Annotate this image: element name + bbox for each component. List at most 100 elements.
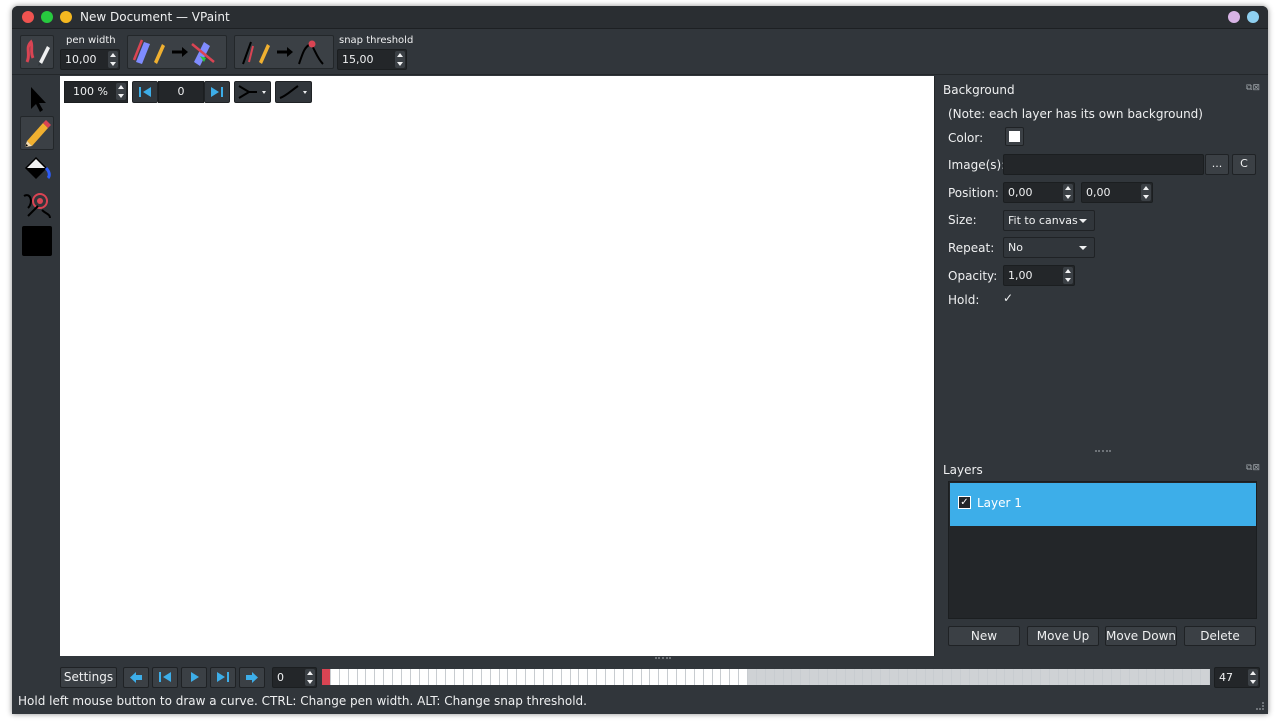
frame-cell[interactable] xyxy=(1200,669,1210,685)
frame-cell[interactable] xyxy=(703,669,713,685)
first-frame-button[interactable] xyxy=(132,81,158,103)
frame-cell[interactable] xyxy=(854,669,864,685)
frame-cell[interactable] xyxy=(1165,669,1174,685)
minimize-window-button[interactable] xyxy=(60,11,72,23)
new-layer-button[interactable]: New xyxy=(948,626,1020,646)
frame-cell[interactable] xyxy=(1085,669,1095,685)
browse-images-button[interactable]: ... xyxy=(1205,154,1229,175)
paint-bucket-tool[interactable] xyxy=(20,152,54,186)
resize-grip-icon[interactable] xyxy=(1256,702,1264,710)
frame-cell[interactable] xyxy=(836,669,846,685)
vertex-mode-dropdown[interactable] xyxy=(234,81,271,103)
float-close-icon[interactable]: ⧉⊠ xyxy=(1246,463,1260,473)
pen-width-spinbox[interactable]: 10,00 xyxy=(60,49,120,70)
spin-arrows-icon[interactable] xyxy=(395,51,405,68)
frame-cell[interactable] xyxy=(330,669,340,685)
frame-cell[interactable] xyxy=(1103,669,1112,685)
frame-cell[interactable] xyxy=(410,669,420,685)
frame-cell[interactable] xyxy=(765,669,775,685)
frame-cell[interactable] xyxy=(739,669,748,685)
keep-above-button[interactable] xyxy=(1228,11,1240,23)
frame-cell[interactable] xyxy=(1120,669,1130,685)
frame-cell[interactable] xyxy=(552,669,562,685)
frame-cell[interactable] xyxy=(464,669,473,685)
frame-cell[interactable] xyxy=(517,669,527,685)
frame-cell[interactable] xyxy=(588,669,598,685)
edge-mode-dropdown[interactable] xyxy=(275,81,312,103)
close-window-button[interactable] xyxy=(22,11,34,23)
frame-cell[interactable] xyxy=(890,669,899,685)
frame-cell[interactable] xyxy=(1023,669,1032,685)
images-input[interactable] xyxy=(1003,154,1204,175)
frame-cell[interactable] xyxy=(712,669,722,685)
repeat-dropdown[interactable]: No xyxy=(1003,237,1095,258)
frame-cell[interactable] xyxy=(827,669,837,685)
play-button[interactable] xyxy=(181,667,207,688)
opacity-spinbox[interactable]: 1,00 xyxy=(1003,265,1075,286)
frame-cell[interactable] xyxy=(943,669,953,685)
first-frame-button[interactable] xyxy=(152,667,178,688)
frame-cell[interactable] xyxy=(783,669,793,685)
frame-cell[interactable] xyxy=(472,669,482,685)
frame-cell[interactable] xyxy=(446,669,456,685)
frame-cell[interactable] xyxy=(1129,669,1139,685)
frame-cell[interactable] xyxy=(748,669,757,685)
zoom-spinbox[interactable]: 100 % xyxy=(64,81,128,103)
frame-cell[interactable] xyxy=(694,669,704,685)
frame-cell[interactable] xyxy=(659,669,669,685)
frame-cell[interactable] xyxy=(1067,669,1077,685)
current-color-swatch[interactable] xyxy=(22,226,52,256)
frame-cell[interactable] xyxy=(357,669,367,685)
frame-cell[interactable] xyxy=(907,669,917,685)
sculpt-tool[interactable] xyxy=(20,188,54,222)
frame-cell[interactable] xyxy=(677,669,686,685)
frame-cell[interactable] xyxy=(481,669,491,685)
layer-visible-checkbox[interactable]: ✓ xyxy=(958,496,971,509)
move-layer-down-button[interactable]: Move Down xyxy=(1105,626,1177,646)
frame-cell[interactable] xyxy=(597,669,606,685)
frame-cell[interactable] xyxy=(401,669,411,685)
spin-arrows-icon[interactable] xyxy=(1063,267,1073,284)
pen-mode-button[interactable] xyxy=(20,35,54,69)
frame-cell[interactable] xyxy=(614,669,624,685)
frame-cell[interactable] xyxy=(1147,669,1157,685)
frame-cell[interactable] xyxy=(881,669,890,685)
sketch-tool[interactable] xyxy=(20,116,54,150)
size-dropdown[interactable]: Fit to canvas xyxy=(1003,210,1095,231)
spin-arrows-icon[interactable] xyxy=(1248,669,1258,686)
previous-keyframe-button[interactable] xyxy=(123,667,149,688)
frame-cell[interactable] xyxy=(1182,669,1192,685)
position-x-spinbox[interactable]: 0,00 xyxy=(1003,182,1075,203)
last-frame-button[interactable] xyxy=(204,81,230,103)
frame-cell[interactable] xyxy=(996,669,1006,685)
current-frame-spinbox[interactable]: 0 xyxy=(272,667,317,688)
frame-cell[interactable] xyxy=(384,669,393,685)
window-menu-button[interactable] xyxy=(1247,11,1259,23)
frame-cell[interactable] xyxy=(898,669,908,685)
frame-cell[interactable] xyxy=(730,669,740,685)
frame-cell[interactable] xyxy=(721,669,731,685)
frame-cell[interactable] xyxy=(508,669,518,685)
position-y-spinbox[interactable]: 0,00 xyxy=(1081,182,1153,203)
canvas-splitter-handle[interactable] xyxy=(655,657,671,659)
frame-cell[interactable] xyxy=(978,669,988,685)
frame-cell[interactable] xyxy=(1049,669,1059,685)
sketch-mode-button[interactable] xyxy=(234,35,334,69)
frame-cell[interactable] xyxy=(1040,669,1050,685)
frame-cell[interactable] xyxy=(393,669,402,685)
frame-cell[interactable] xyxy=(455,669,464,685)
frame-cell[interactable] xyxy=(1174,669,1183,685)
frame-cell[interactable] xyxy=(1138,669,1148,685)
frame-cell[interactable] xyxy=(863,669,873,685)
frame-cell[interactable] xyxy=(561,669,571,685)
frame-cell[interactable] xyxy=(934,669,944,685)
frame-cell[interactable] xyxy=(650,669,660,685)
frame-cell[interactable] xyxy=(969,669,979,685)
frame-cell[interactable] xyxy=(872,669,882,685)
frame-cell[interactable] xyxy=(987,669,997,685)
frame-cell[interactable] xyxy=(490,669,500,685)
frame-cell[interactable] xyxy=(756,669,766,685)
frame-cell[interactable] xyxy=(348,669,358,685)
spin-arrows-icon[interactable] xyxy=(108,51,118,68)
frame-cell[interactable] xyxy=(925,669,935,685)
